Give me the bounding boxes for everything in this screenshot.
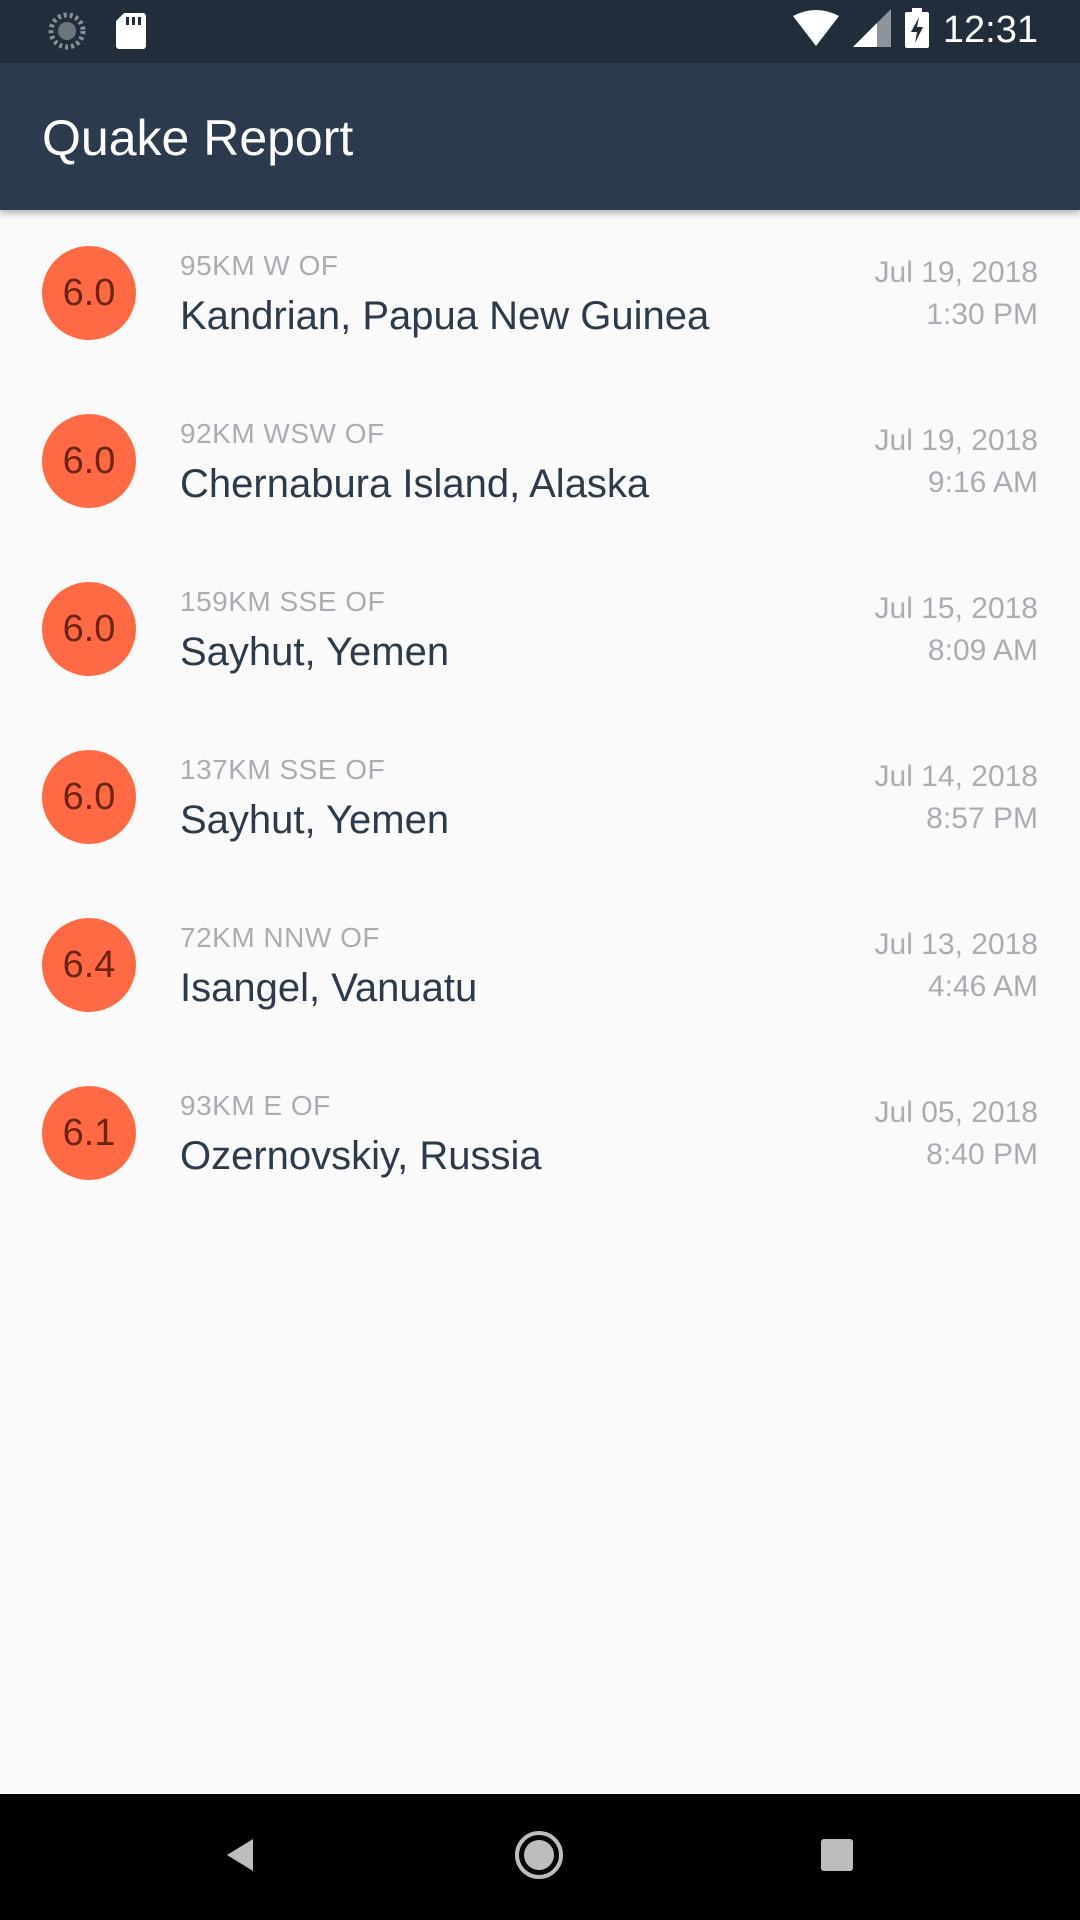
loading-spinner-icon [48, 12, 86, 55]
magnitude-badge: 6.4 [42, 918, 136, 1012]
navigation-bar [0, 1794, 1080, 1920]
quake-date: Jul 05, 2018 [874, 1096, 1038, 1129]
home-icon [513, 1829, 565, 1886]
quake-date: Jul 13, 2018 [874, 928, 1038, 961]
home-button[interactable] [506, 1824, 572, 1890]
location-offset: 95KM W OF [180, 250, 339, 281]
magnitude-badge: 6.0 [42, 750, 136, 844]
quake-date: Jul 15, 2018 [874, 592, 1038, 625]
primary-location: Sayhut, Yemen [180, 630, 450, 674]
list-item[interactable]: 6.0 137KM SSE OF Sayhut, Yemen Jul 14, 2… [0, 714, 1080, 882]
location-offset: 92KM WSW OF [180, 418, 385, 449]
primary-location: Kandrian, Papua New Guinea [180, 294, 710, 338]
location-offset: 137KM SSE OF [180, 754, 386, 785]
app-bar: Quake Report [0, 63, 1080, 210]
back-button[interactable] [208, 1824, 274, 1890]
recents-icon [819, 1837, 855, 1878]
quake-time: 8:09 AM [927, 634, 1038, 667]
quake-time: 9:16 AM [927, 466, 1038, 499]
list-item[interactable]: 6.0 95KM W OF Kandrian, Papua New Guinea… [0, 210, 1080, 378]
magnitude-badge: 6.0 [42, 582, 136, 676]
location-offset: 72KM NNW OF [180, 922, 380, 953]
list-item[interactable]: 6.4 72KM NNW OF Isangel, Vanuatu Jul 13,… [0, 882, 1080, 1050]
wifi-icon [792, 10, 839, 51]
quake-date: Jul 19, 2018 [874, 424, 1038, 457]
list-item[interactable]: 6.1 93KM E OF Ozernovskiy, Russia Jul 05… [0, 1050, 1080, 1218]
magnitude-badge: 6.0 [42, 246, 136, 340]
battery-charging-icon [904, 8, 929, 53]
magnitude-badge: 6.1 [42, 1086, 136, 1180]
quake-date: Jul 19, 2018 [874, 256, 1038, 289]
location-offset: 159KM SSE OF [180, 586, 386, 617]
status-bar: 12:31 [0, 0, 1080, 63]
primary-location: Ozernovskiy, Russia [180, 1134, 542, 1178]
list-item[interactable]: 6.0 92KM WSW OF Chernabura Island, Alask… [0, 378, 1080, 546]
primary-location: Isangel, Vanuatu [180, 966, 478, 1010]
list-item[interactable]: 6.0 159KM SSE OF Sayhut, Yemen Jul 15, 2… [0, 546, 1080, 714]
earthquake-list: 6.0 95KM W OF Kandrian, Papua New Guinea… [0, 210, 1080, 1218]
cell-signal-icon [852, 9, 891, 52]
sd-card-icon [116, 13, 146, 54]
primary-location: Sayhut, Yemen [180, 798, 450, 842]
quake-time: 8:40 PM [926, 1138, 1038, 1171]
quake-date: Jul 14, 2018 [874, 760, 1038, 793]
quake-time: 8:57 PM [926, 802, 1038, 835]
location-offset: 93KM E OF [180, 1090, 331, 1121]
magnitude-badge: 6.0 [42, 414, 136, 508]
quake-time: 4:46 AM [927, 970, 1038, 1003]
quake-time: 1:30 PM [926, 298, 1038, 331]
status-time: 12:31 [942, 9, 1038, 51]
page-title: Quake Report [42, 110, 354, 166]
primary-location: Chernabura Island, Alaska [180, 462, 650, 506]
back-icon [221, 1835, 261, 1880]
recents-button[interactable] [804, 1824, 870, 1890]
